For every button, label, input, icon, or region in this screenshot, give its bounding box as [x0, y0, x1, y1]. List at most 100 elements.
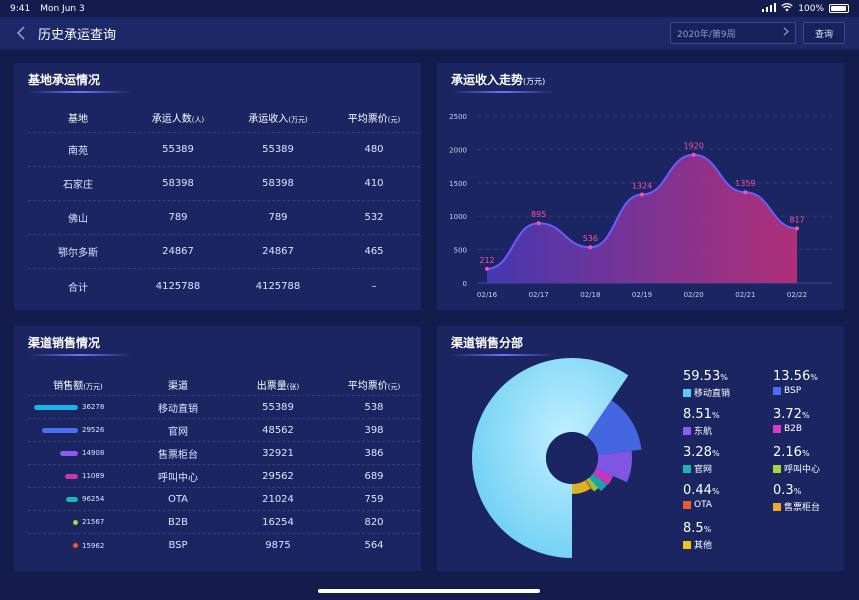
revenue-trend-chart: 0 500 1000 1500 2000 2500 212 02/16 895 02/17 536 0… — [449, 113, 832, 299]
week-select[interactable]: 2020年/第9周 — [670, 22, 796, 44]
sales-value: 14908 — [82, 449, 105, 457]
data-label: 212 — [479, 256, 494, 265]
column-header-label: 平均票价 — [347, 114, 388, 125]
table-cell: 合计 — [68, 282, 88, 294]
percent-sign: % — [711, 487, 720, 496]
back-arrow-icon[interactable] — [12, 24, 30, 42]
percent-sign: % — [711, 411, 720, 420]
channel-name: 移动直销 — [158, 403, 198, 415]
ticket-count: 16254 — [262, 516, 294, 528]
column-header-label: 渠道 — [168, 381, 188, 392]
channel-sales-table: 销售额(万元) 渠道 出票量(张) 平均票价(元) 36278 移动直销 55389 538 2… — [28, 374, 420, 557]
percent-sign: % — [793, 487, 802, 496]
legend-label: 售票柜台 — [773, 500, 820, 513]
column-header: 销售额(万元) — [28, 377, 128, 392]
week-select-value: 2020年/第9周 — [677, 29, 736, 40]
legend-label: OTA — [683, 500, 720, 510]
sales-cell: 36278 — [28, 403, 128, 411]
x-tick-label: 02/20 — [684, 291, 704, 299]
legend-label-text: OTA — [694, 500, 713, 510]
legend-percent: 0.44% — [683, 484, 720, 499]
legend-swatch — [683, 501, 691, 509]
page-title: 历史承运查询 — [38, 27, 117, 43]
table-cell: 鄂尔多斯 — [58, 248, 98, 259]
channel-name: 售票柜台 — [158, 449, 198, 461]
query-button[interactable]: 查询 — [803, 22, 845, 44]
percent-sign: % — [801, 411, 810, 420]
ticket-count: 55389 — [262, 401, 294, 413]
sales-bar — [66, 496, 78, 502]
channel-panel-title: 渠道销售情况 — [28, 336, 101, 350]
sales-bar — [73, 543, 78, 548]
sales-value: 15962 — [82, 541, 105, 550]
sales-cell: 21567 — [28, 518, 128, 526]
base-panel-title: 基地承运情况 — [28, 73, 101, 87]
average-fare: 538 — [364, 401, 384, 413]
table-row: 15962 BSP 9875 564 — [28, 534, 420, 557]
average-fare: 820 — [364, 516, 384, 528]
table-row: 鄂尔多斯 24867 24867 465 — [28, 235, 420, 269]
signal-icon — [762, 2, 777, 15]
table-header-row: 销售额(万元) 渠道 出票量(张) 平均票价(元) — [28, 374, 420, 396]
table-row: 合计 4125788 4125788 – — [28, 269, 420, 303]
base-carrier-table: 基地 承运人数(人) 承运收入(万元) 平均票价(元) 南苑 55389 55389 480 石… — [28, 103, 420, 303]
legend-percent-value: 13.56 — [773, 369, 811, 384]
average-fare: 689 — [364, 470, 384, 482]
legend-label: BSP — [773, 386, 818, 396]
column-header: 平均票价(元) — [328, 110, 420, 125]
column-header: 平均票价(元) — [328, 377, 420, 392]
table-cell: 465 — [364, 246, 384, 257]
legend-label: B2B — [773, 424, 810, 434]
percent-sign: % — [810, 373, 818, 382]
status-date: Mon Jun 3 — [40, 3, 85, 14]
sales-cell: 96254 — [28, 495, 128, 503]
table-cell: 24867 — [262, 246, 294, 257]
legend-swatch — [683, 540, 691, 549]
column-header-label: 基地 — [68, 114, 88, 125]
table-cell: 4125788 — [155, 280, 201, 292]
sales-value: 29526 — [82, 426, 105, 434]
data-label: 1920 — [683, 142, 703, 151]
legend-label-text: BSP — [784, 386, 802, 396]
average-fare: 759 — [364, 493, 384, 505]
legend-label: 呼叫中心 — [773, 462, 820, 475]
legend-item: 3.72% B2B — [773, 408, 810, 434]
average-fare: 398 — [364, 424, 384, 436]
table-cell: 789 — [168, 212, 188, 223]
column-header-label: 平均票价 — [347, 381, 388, 392]
status-time: 9:41 — [10, 3, 31, 14]
table-cell: 480 — [364, 144, 384, 155]
legend-item: 2.16% 呼叫中心 — [773, 446, 820, 475]
home-indicator[interactable] — [318, 589, 540, 593]
sales-bar — [42, 427, 78, 433]
channel-name: B2B — [167, 516, 189, 528]
legend-percent-value: 3.72 — [773, 407, 802, 422]
column-header: 渠道 — [128, 377, 228, 392]
legend-label-text: 官网 — [694, 465, 713, 475]
sales-value: 96254 — [82, 495, 105, 503]
table-cell: 4125788 — [255, 280, 301, 292]
average-fare: 564 — [364, 540, 384, 551]
percent-sign: % — [801, 449, 810, 458]
sales-bar — [60, 450, 78, 456]
sales-cell: 11089 — [28, 472, 128, 480]
base-carrier-panel: 基地承运情况 基地 承运人数(人) 承运收入(万元) 平均票价(元) 南苑 55389 55… — [14, 63, 421, 310]
legend-percent: 3.28% — [683, 446, 720, 461]
legend-percent-value: 59.53 — [683, 369, 721, 384]
table-cell: 789 — [268, 212, 288, 223]
table-cell: 532 — [364, 212, 384, 223]
y-tick-label: 2000 — [449, 146, 467, 154]
channel-name: 官网 — [168, 426, 188, 438]
ticket-count: 32921 — [262, 447, 294, 459]
channel-name: OTA — [167, 493, 189, 505]
table-row: 石家庄 58398 58398 410 — [28, 167, 420, 201]
ticket-count: 21024 — [262, 493, 294, 505]
percent-sign: % — [711, 449, 720, 458]
table-row: 佛山 789 789 532 — [28, 201, 420, 235]
battery-label: 100% — [798, 3, 824, 14]
table-row: 21567 B2B 16254 820 — [28, 511, 420, 534]
legend-item: 3.28% 官网 — [683, 446, 720, 475]
table-row: 南苑 55389 55389 480 — [28, 133, 420, 167]
column-header-label: 出票量 — [256, 381, 287, 392]
legend-percent-value: 3.28 — [683, 445, 712, 460]
